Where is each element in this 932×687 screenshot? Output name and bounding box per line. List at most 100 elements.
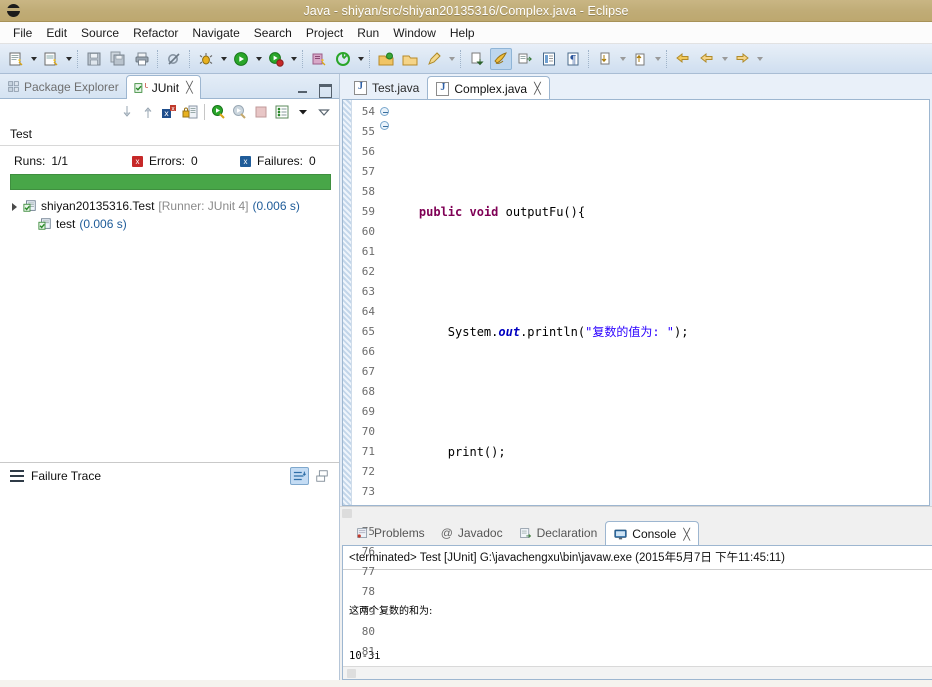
tree-row[interactable]: test (0.006 s) (0, 215, 339, 233)
debug-icon[interactable] (195, 48, 217, 70)
minimize-icon[interactable] (297, 83, 310, 96)
open-implementation-icon[interactable] (514, 48, 536, 70)
back-history-icon[interactable] (696, 48, 718, 70)
run-icon[interactable] (230, 48, 252, 70)
code-text[interactable]: public void outputFu(){ System.out.print… (390, 100, 929, 505)
maximize-icon[interactable] (318, 83, 331, 96)
code-line: System.out.println("复数的值为: "); (390, 322, 929, 342)
previous-edit-icon[interactable] (594, 48, 616, 70)
print-icon[interactable] (131, 48, 153, 70)
line-number: 73 (352, 482, 375, 502)
line-number: 61 (352, 242, 375, 262)
view-menu-icon[interactable] (293, 102, 313, 122)
tab-complex-java[interactable]: Complex.java ╳ (427, 76, 549, 100)
fold-collapse-icon[interactable] (380, 121, 389, 130)
rerun-test-failures-icon[interactable] (230, 102, 250, 122)
forward-dropdown-icon[interactable] (754, 48, 765, 70)
line-number: 68 (352, 382, 375, 402)
view-window-controls (297, 83, 339, 98)
open-task-icon[interactable] (399, 48, 421, 70)
forward-icon[interactable] (731, 48, 753, 70)
back-icon[interactable] (672, 48, 694, 70)
tab-declaration[interactable]: Declaration (511, 521, 606, 545)
console-horizontal-scrollbar[interactable] (343, 666, 932, 679)
failure-trace-body (0, 488, 339, 680)
tree-item-time: (0.006 s) (79, 217, 126, 231)
last-edit-dropdown-icon[interactable] (652, 48, 663, 70)
tab-package-explorer[interactable]: Package Explorer (0, 75, 126, 98)
runs-stat: Runs: 1/1 (14, 154, 132, 168)
test-run-history-icon[interactable] (272, 102, 292, 122)
save-icon[interactable] (83, 48, 105, 70)
new-wizard-dropdown-icon[interactable] (28, 48, 39, 70)
code-line: print(); (390, 442, 929, 462)
menu-run[interactable]: Run (350, 24, 386, 42)
external-tools-dropdown-icon[interactable] (355, 48, 366, 70)
fold-collapse-icon[interactable] (380, 107, 389, 116)
failures-label: Failures: (257, 154, 303, 168)
stop-icon[interactable] (251, 102, 271, 122)
code-line: public void outputFu(){ (390, 202, 929, 222)
folding-ruler[interactable] (379, 100, 390, 505)
search-icon[interactable] (423, 48, 445, 70)
external-tools-icon[interactable] (332, 48, 354, 70)
menu-search[interactable]: Search (247, 24, 299, 42)
save-all-icon[interactable] (107, 48, 129, 70)
show-failures-only-icon[interactable]: xx (159, 102, 179, 122)
errors-stat: x Errors: 0 (132, 154, 240, 168)
package-explorer-icon (7, 80, 20, 93)
runs-label: Runs: (14, 154, 45, 168)
toggle-breakpoint-icon[interactable] (163, 48, 185, 70)
line-number: 55 (352, 122, 375, 142)
close-icon[interactable]: ╳ (534, 82, 541, 95)
search-dropdown-icon[interactable] (446, 48, 457, 70)
run-dropdown-icon[interactable] (253, 48, 264, 70)
tab-javadoc[interactable]: @ Javadoc (433, 521, 511, 545)
rerun-test-icon[interactable] (209, 102, 229, 122)
next-annotation-icon[interactable] (466, 48, 488, 70)
menu-project[interactable]: Project (299, 24, 350, 42)
debug-dropdown-icon[interactable] (218, 48, 229, 70)
view-minimize-icon[interactable] (314, 102, 334, 122)
editor-marker-bar[interactable] (343, 100, 352, 505)
menu-file[interactable]: File (6, 24, 39, 42)
next-failed-test-icon[interactable] (117, 102, 137, 122)
console-body[interactable]: <terminated> Test [JUnit] G:\javachengxu… (342, 545, 932, 680)
menu-window[interactable]: Window (386, 24, 443, 42)
menu-navigate[interactable]: Navigate (185, 24, 246, 42)
new-java-class-icon[interactable] (40, 48, 62, 70)
tree-row[interactable]: shiyan20135316.Test [Runner: JUnit 4] (0… (0, 197, 339, 215)
menu-source[interactable]: Source (74, 24, 126, 42)
expand-arrow-icon[interactable] (10, 202, 19, 211)
last-edit-location-icon[interactable] (629, 48, 651, 70)
tab-test-java[interactable]: Test.java (346, 76, 427, 99)
editor-horizontal-scrollbar[interactable] (340, 506, 932, 519)
filter-stack-trace-icon[interactable] (290, 467, 309, 485)
close-icon[interactable]: ╳ (186, 81, 193, 94)
run-coverage-icon[interactable] (265, 48, 287, 70)
close-icon[interactable]: ╳ (683, 528, 690, 541)
svg-text:U: U (144, 82, 148, 90)
line-number: 76 (352, 542, 375, 562)
menu-refactor[interactable]: Refactor (126, 24, 185, 42)
maximize-failure-trace-icon[interactable] (312, 467, 331, 485)
java-perspective-icon[interactable] (490, 48, 512, 70)
code-editor[interactable]: 54 55 56 57 58 59 60 61 62 63 64 65 66 6… (342, 99, 930, 506)
show-whitespace-icon[interactable]: ¶ (562, 48, 584, 70)
open-type-icon[interactable] (375, 48, 397, 70)
new-java-project-icon[interactable] (308, 48, 330, 70)
run-coverage-dropdown-icon[interactable] (288, 48, 299, 70)
menu-edit[interactable]: Edit (39, 24, 74, 42)
console-output: 这两个复数的和为: 10-3i 这两个复数的差为: 4-7i (343, 570, 932, 666)
toggle-block-selection-icon[interactable] (538, 48, 560, 70)
new-java-class-dropdown-icon[interactable] (63, 48, 74, 70)
editor-and-console-area: Test.java Complex.java ╳ 54 55 56 57 (340, 74, 932, 680)
tab-junit[interactable]: U JUnit ╳ (126, 75, 201, 99)
scroll-lock-icon[interactable] (180, 102, 200, 122)
back-dropdown-icon[interactable] (719, 48, 730, 70)
previous-edit-dropdown-icon[interactable] (617, 48, 628, 70)
new-wizard-icon[interactable] (5, 48, 27, 70)
tab-console[interactable]: Console ╳ (605, 521, 699, 546)
previous-failed-test-icon[interactable] (138, 102, 158, 122)
menu-help[interactable]: Help (443, 24, 482, 42)
